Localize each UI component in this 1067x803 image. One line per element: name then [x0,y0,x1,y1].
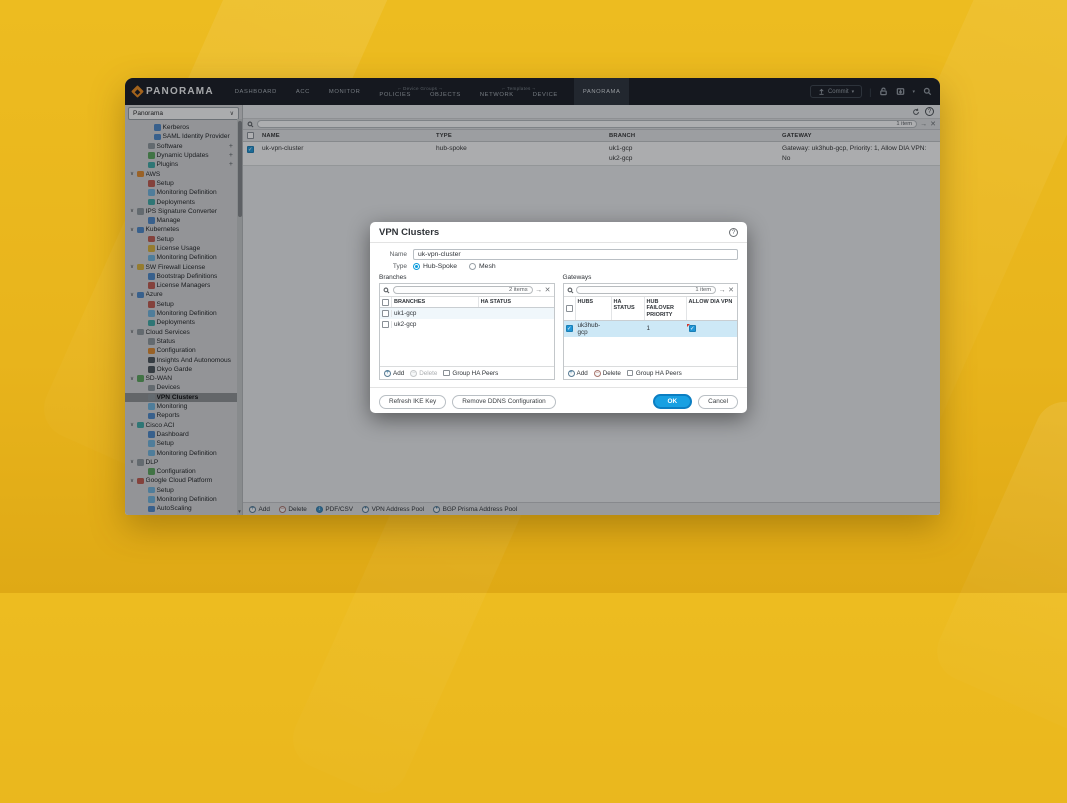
gateways-item-count: 1 item [695,287,711,293]
uk1-gcp[interactable]: uk1-gcp [380,308,554,319]
gateways-group-ha-peers-checkbox[interactable]: Group HA Peers [627,370,682,377]
branches-delete-button[interactable]: −Delete [410,370,437,377]
allow-dia-vpn-checkbox[interactable] [689,325,696,332]
branch-row-checkbox[interactable] [382,310,389,317]
delete-icon: − [594,370,601,377]
branches-search-bar: 2 items → ✕ [380,284,554,297]
gateways-table-header: HUBS HA STATUS HUB FAILOVER PRIORITY ALL… [564,297,738,321]
radio-unselected-icon [469,263,476,270]
branch-ha-status [478,324,553,326]
ok-button[interactable]: OK [653,394,693,409]
hub-failover-priority: 1 [645,324,687,333]
background-streak [928,392,1067,747]
delete-icon: − [410,370,417,377]
allow-dia-vpn-column-header[interactable]: ALLOW DIA VPN [687,297,738,320]
radio-selected-icon [413,263,420,270]
hub-name: uk3hub-gcp [576,321,612,337]
branches-item-count: 2 items [509,287,528,293]
hub-spoke-label: Hub-Spoke [423,263,457,270]
name-field-label: Name [379,251,407,258]
dialog-help-icon[interactable]: ? [729,228,738,237]
hubs-column-header[interactable]: HUBS [576,297,612,320]
dialog-title: VPN Clusters [379,227,439,238]
clear-filter-icon[interactable]: ✕ [728,287,734,294]
branches-add-button[interactable]: +Add [384,370,404,377]
gateways-add-button[interactable]: +Add [568,370,588,377]
refresh-ike-key-button[interactable]: Refresh IKE Key [379,395,446,409]
branch-ha-status [478,313,553,315]
branches-panel: Branches 2 items → ✕ BRANCHE [379,274,555,380]
gateways-panel-label: Gateways [563,274,739,281]
branches-select-all-checkbox[interactable] [382,299,389,306]
branch-name: uk1-gcp [392,309,478,318]
branches-table-header: BRANCHES HA STATUS [380,297,554,308]
add-icon: + [568,370,575,377]
branches-search-input[interactable]: 2 items [393,286,533,295]
mesh-label: Mesh [479,263,496,270]
cancel-button[interactable]: Cancel [698,395,738,409]
ha-status-column-header[interactable]: HA STATUS [479,297,554,307]
uk2-gcp[interactable]: uk2-gcp [380,319,554,330]
ha-status-column-header[interactable]: HA STATUS [612,297,645,320]
gateway-row-checkbox[interactable] [566,325,573,332]
branch-row-checkbox[interactable] [382,321,389,328]
checkbox-icon [627,370,634,377]
gateways-footer: +Add −Delete Group HA Peers [564,366,738,379]
vpn-clusters-dialog: VPN Clusters ? Name Type Hub-Spoke Mesh [370,222,747,413]
add-icon: + [384,370,391,377]
apply-filter-arrow-icon[interactable]: → [535,287,542,294]
gateway-row[interactable]: uk3hub-gcp 1 [564,321,738,337]
clear-filter-icon[interactable]: ✕ [545,287,551,294]
branches-column-header[interactable]: BRANCHES [392,297,479,307]
branches-footer: +Add −Delete Group HA Peers [380,366,554,379]
gateways-select-all-checkbox[interactable] [566,305,573,312]
branches-panel-label: Branches [379,274,555,281]
hub-failover-priority-column-header[interactable]: HUB FAILOVER PRIORITY [645,297,687,320]
gateways-search-bar: 1 item → ✕ [564,284,738,297]
type-field-label: Type [379,263,407,270]
branches-table-body: uk1-gcp uk2-gcp [380,308,554,330]
branches-group-ha-peers-checkbox[interactable]: Group HA Peers [443,370,498,377]
remove-ddns-configuration-button[interactable]: Remove DDNS Configuration [452,395,555,409]
dialog-header: VPN Clusters ? [370,222,747,243]
gateways-search-input[interactable]: 1 item [576,286,716,295]
type-option-mesh[interactable]: Mesh [469,263,496,270]
type-option-hub-spoke[interactable]: Hub-Spoke [413,263,457,270]
checkbox-icon [443,370,450,377]
apply-filter-arrow-icon[interactable]: → [719,287,726,294]
allow-dia-vpn-cell [687,324,738,333]
gateways-panel: Gateways 1 item → ✕ HUBS [563,274,739,380]
gateways-delete-button[interactable]: −Delete [594,370,621,377]
hub-ha-status [612,328,645,330]
dialog-footer: Refresh IKE Key Remove DDNS Configuratio… [370,387,747,416]
branch-name: uk2-gcp [392,320,478,329]
name-field[interactable] [413,249,738,260]
